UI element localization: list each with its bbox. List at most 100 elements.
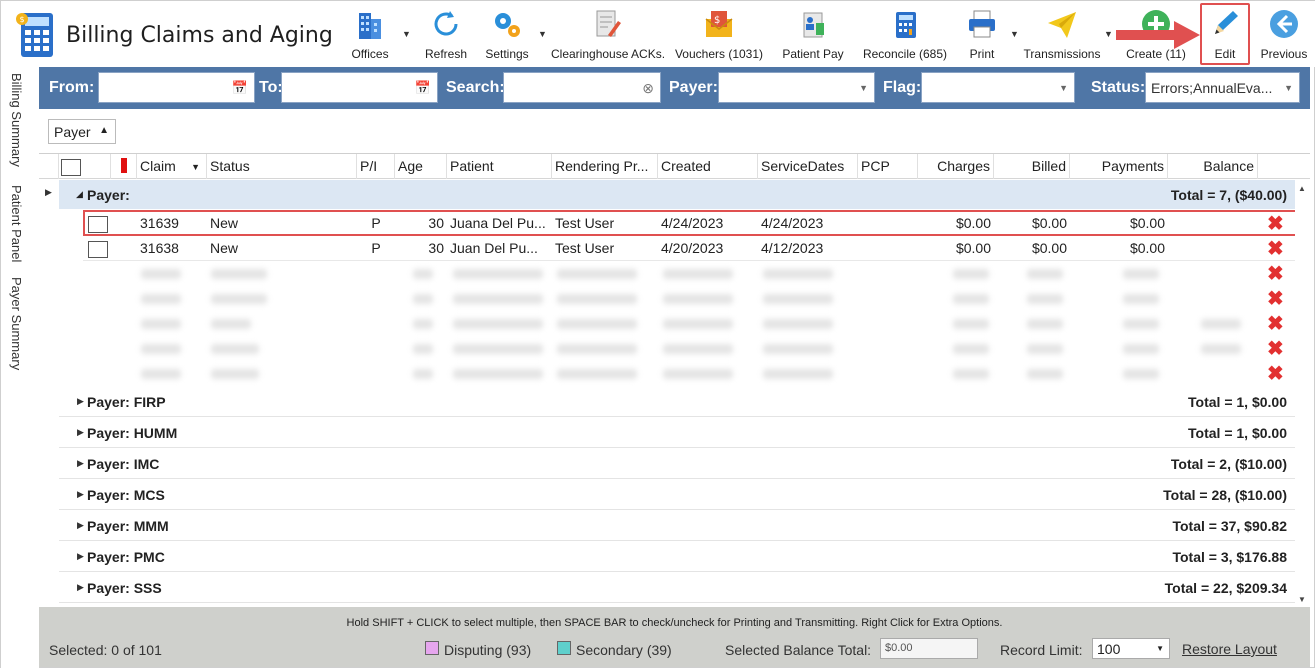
column-age[interactable]: Age	[395, 154, 447, 179]
column-pcp[interactable]: PCP	[858, 154, 918, 179]
column-charges[interactable]: Charges	[918, 154, 994, 179]
restore-layout-link[interactable]: Restore Layout	[1182, 641, 1277, 657]
row-checkbox[interactable]	[88, 240, 108, 258]
group-row-blank-payer[interactable]: ◢ Payer: Total = 7, ($40.00)	[59, 180, 1295, 209]
group-label: Payer: PMC	[87, 549, 165, 565]
column-rendering-provider[interactable]: Rendering Pr...	[552, 154, 658, 179]
side-tab-payer-summary[interactable]: Payer Summary	[9, 277, 24, 370]
expand-triangle-icon[interactable]: ▶	[77, 489, 84, 500]
scroll-down-icon[interactable]: ▼	[1298, 595, 1306, 604]
clearinghouse-acks-label: Clearinghouse ACKs.	[551, 47, 666, 61]
offices-dropdown-caret-icon[interactable]: ▼	[402, 29, 411, 39]
transmissions-button[interactable]: Transmissions	[1023, 5, 1101, 63]
calendar-icon[interactable]: 📅	[415, 80, 431, 96]
delete-claim-icon[interactable]: ✖	[1267, 286, 1284, 311]
select-all-header	[59, 154, 111, 179]
group-row-humm[interactable]: ▶ Payer: HUMM Total = 1, $0.00	[59, 417, 1295, 448]
status-select[interactable]: Errors;AnnualEva... ▼	[1145, 72, 1300, 103]
refresh-label: Refresh	[424, 47, 468, 61]
from-date-input[interactable]: 📅	[98, 72, 255, 103]
column-payments[interactable]: Payments	[1070, 154, 1168, 179]
vertical-scrollbar[interactable]: ▲ ▼	[1295, 180, 1310, 607]
delete-claim-icon[interactable]: ✖	[1267, 361, 1284, 386]
flag-column-header[interactable]	[111, 154, 137, 179]
cell-status: New	[210, 240, 239, 256]
expand-triangle-icon[interactable]: ▶	[77, 396, 84, 407]
previous-button[interactable]: Previous	[1257, 5, 1311, 63]
transmissions-dropdown-caret-icon[interactable]: ▼	[1104, 29, 1113, 39]
column-claim[interactable]: Claim ▼	[137, 154, 207, 179]
expand-triangle-icon[interactable]: ▶	[77, 427, 84, 438]
group-row-sss[interactable]: ▶ Payer: SSS Total = 22, $209.34	[59, 572, 1295, 603]
cell-patient: Juan Del Pu...	[450, 240, 538, 256]
scroll-up-icon[interactable]: ▲	[1298, 184, 1306, 193]
column-patient[interactable]: Patient	[447, 154, 552, 179]
record-limit-label: Record Limit:	[1000, 642, 1083, 658]
record-limit-select[interactable]: 100 ▼	[1092, 638, 1170, 659]
group-total: Total = 1, $0.00	[1188, 394, 1287, 410]
column-pi[interactable]: P/I	[357, 154, 395, 179]
table-row[interactable]: 31638 New P 30 Juan Del Pu... Test User …	[83, 236, 1295, 261]
to-date-input[interactable]: 📅	[281, 72, 438, 103]
vouchers-button[interactable]: $ Vouchers (1031)	[673, 5, 765, 63]
group-row-imc[interactable]: ▶ Payer: IMC Total = 2, ($10.00)	[59, 448, 1295, 479]
clear-search-icon[interactable]: ⊗	[642, 80, 654, 97]
settings-button[interactable]: Settings	[481, 5, 533, 63]
group-row-firp[interactable]: ▶ Payer: FIRP Total = 1, $0.00	[59, 386, 1295, 417]
calculator-icon	[896, 12, 916, 38]
chevron-down-icon: ▼	[1059, 83, 1068, 93]
blurred-row: ✖	[83, 311, 1295, 336]
group-row-pmc[interactable]: ▶ Payer: PMC Total = 3, $176.88	[59, 541, 1295, 572]
patient-pay-icon	[803, 12, 824, 38]
print-button[interactable]: Print	[959, 5, 1005, 63]
cell-payments: $0.00	[1129, 240, 1165, 256]
delete-claim-icon[interactable]: ✖	[1267, 236, 1284, 261]
group-total: Total = 3, $176.88	[1172, 549, 1287, 565]
reconcile-button[interactable]: Reconcile (685)	[861, 5, 949, 63]
selection-hint: Hold SHIFT + CLICK to select multiple, t…	[346, 617, 1003, 629]
delete-claim-icon[interactable]: ✖	[1267, 336, 1284, 361]
grid-header: Claim ▼ Status P/I Age Patient Rendering …	[39, 154, 1310, 179]
print-dropdown-caret-icon[interactable]: ▼	[1010, 29, 1019, 39]
search-input[interactable]: ⊗	[503, 72, 661, 103]
blurred-row: ✖	[83, 261, 1295, 286]
side-tab-billing-summary[interactable]: Billing Summary	[9, 73, 24, 167]
group-row-mmm[interactable]: ▶ Payer: MMM Total = 37, $90.82	[59, 510, 1295, 541]
payer-select[interactable]: ▼	[718, 72, 875, 103]
expand-triangle-icon[interactable]: ▶	[77, 551, 84, 562]
delete-claim-icon[interactable]: ✖	[1267, 311, 1284, 336]
cell-created: 4/20/2023	[661, 240, 724, 256]
voucher-envelope-icon: $	[705, 11, 733, 37]
selected-count: Selected: 0 of 101	[49, 642, 162, 658]
patient-pay-button[interactable]: Patient Pay	[779, 5, 847, 63]
gears-icon	[495, 13, 520, 37]
expand-triangle-icon[interactable]: ▶	[77, 582, 84, 593]
svg-text:$: $	[20, 15, 25, 24]
filter-dropdown-icon[interactable]: ▼	[191, 162, 200, 172]
blurred-row: ✖	[83, 286, 1295, 311]
delete-claim-icon[interactable]: ✖	[1267, 261, 1284, 286]
print-label: Print	[969, 47, 995, 61]
select-all-checkbox[interactable]	[61, 158, 81, 176]
group-by-payer-chip[interactable]: Payer ▲	[48, 119, 116, 144]
column-service-dates[interactable]: ServiceDates	[758, 154, 858, 179]
column-status[interactable]: Status	[207, 154, 357, 179]
clearinghouse-acks-button[interactable]: Clearinghouse ACKs.	[551, 5, 666, 63]
calendar-icon[interactable]: 📅	[232, 80, 248, 96]
group-row-mcs[interactable]: ▶ Payer: MCS Total = 28, ($10.00)	[59, 479, 1295, 510]
column-created[interactable]: Created	[658, 154, 758, 179]
expand-triangle-icon[interactable]: ▶	[77, 520, 84, 531]
collapse-triangle-icon[interactable]: ◢	[76, 189, 83, 200]
calculator-logo-icon: $	[16, 13, 53, 57]
to-label: To:	[259, 79, 283, 96]
offices-button[interactable]: Offices	[347, 5, 393, 63]
expand-triangle-icon[interactable]: ▶	[77, 458, 84, 469]
settings-dropdown-caret-icon[interactable]: ▼	[538, 29, 547, 39]
flag-select[interactable]: ▼	[921, 72, 1075, 103]
refresh-button[interactable]: Refresh	[421, 5, 471, 63]
side-tab-patient-panel[interactable]: Patient Panel	[9, 185, 24, 262]
disputing-legend: Disputing (93)	[444, 642, 532, 658]
reconcile-label: Reconcile (685)	[862, 47, 948, 61]
column-balance[interactable]: Balance	[1168, 154, 1258, 179]
column-billed[interactable]: Billed	[994, 154, 1070, 179]
